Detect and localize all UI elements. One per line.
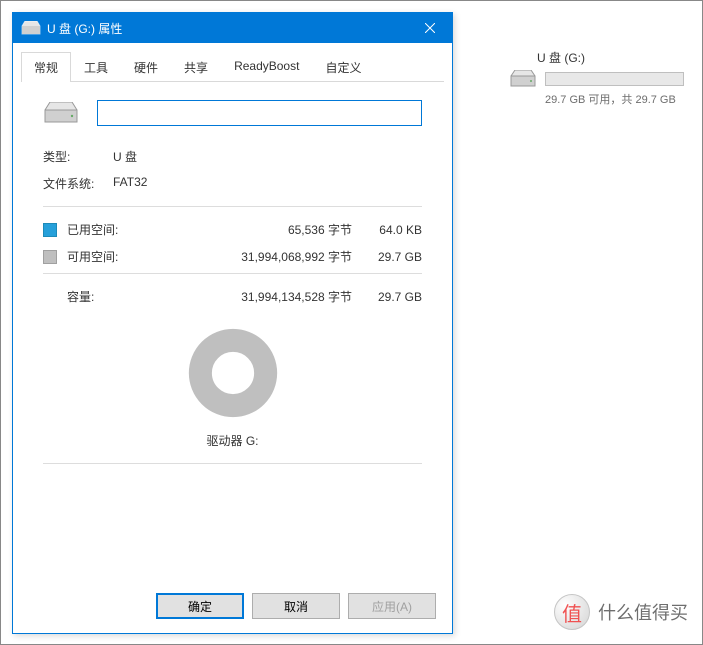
capacity-unit: 29.7 GB [362, 290, 422, 304]
watermark-text: 什么值得买 [598, 599, 688, 625]
fs-value: FAT32 [113, 175, 422, 192]
close-icon [425, 23, 435, 33]
free-swatch [43, 250, 57, 264]
tab-general[interactable]: 常规 [21, 52, 71, 82]
titlebar[interactable]: U 盘 (G:) 属性 [13, 13, 452, 43]
drive-title: U 盘 (G:) [537, 49, 684, 66]
tab-hardware[interactable]: 硬件 [121, 52, 171, 82]
properties-dialog: U 盘 (G:) 属性 常规 工具 硬件 共享 ReadyBoost 自定义 [12, 12, 453, 634]
ok-button[interactable]: 确定 [156, 593, 244, 619]
free-bytes: 31,994,068,992 字节 [145, 248, 352, 265]
type-value: U 盘 [113, 148, 422, 165]
free-unit: 29.7 GB [362, 250, 422, 264]
drive-label: 驱动器 G: [43, 432, 422, 449]
cancel-button[interactable]: 取消 [252, 593, 340, 619]
close-button[interactable] [407, 13, 452, 43]
tab-readyboost[interactable]: ReadyBoost [221, 52, 312, 82]
divider [43, 463, 422, 464]
drive-subtitle: 29.7 GB 可用，共 29.7 GB [545, 91, 684, 107]
used-swatch [43, 223, 57, 237]
divider [43, 273, 422, 274]
used-bytes: 65,536 字节 [145, 221, 352, 238]
fs-label: 文件系统: [43, 175, 113, 192]
volume-label-input[interactable] [97, 100, 422, 126]
free-label: 可用空间: [67, 248, 135, 265]
window-title: U 盘 (G:) 属性 [47, 20, 407, 37]
drive-icon [43, 102, 79, 124]
used-label: 已用空间: [67, 221, 135, 238]
tab-tools[interactable]: 工具 [71, 52, 121, 82]
explorer-drive-tile[interactable]: U 盘 (G:) 29.7 GB 可用，共 29.7 GB [509, 49, 684, 107]
tab-strip: 常规 工具 硬件 共享 ReadyBoost 自定义 [21, 51, 444, 82]
apply-button: 应用(A) [348, 593, 436, 619]
type-label: 类型: [43, 148, 113, 165]
divider [43, 206, 422, 207]
drive-icon [21, 21, 41, 35]
capacity-label: 容量: [67, 288, 135, 305]
tab-sharing[interactable]: 共享 [171, 52, 221, 82]
watermark-icon: 值 [554, 594, 590, 630]
tab-customize[interactable]: 自定义 [312, 52, 374, 82]
watermark: 值 什么值得买 [554, 594, 688, 630]
used-unit: 64.0 KB [362, 223, 422, 237]
capacity-bytes: 31,994,134,528 字节 [145, 288, 352, 305]
usage-pie-chart [185, 325, 281, 421]
tab-panel-general: 类型: U 盘 文件系统: FAT32 已用空间: 65,536 字节 64.0… [21, 82, 444, 488]
capacity-bar [545, 72, 684, 86]
drive-icon [509, 70, 537, 88]
